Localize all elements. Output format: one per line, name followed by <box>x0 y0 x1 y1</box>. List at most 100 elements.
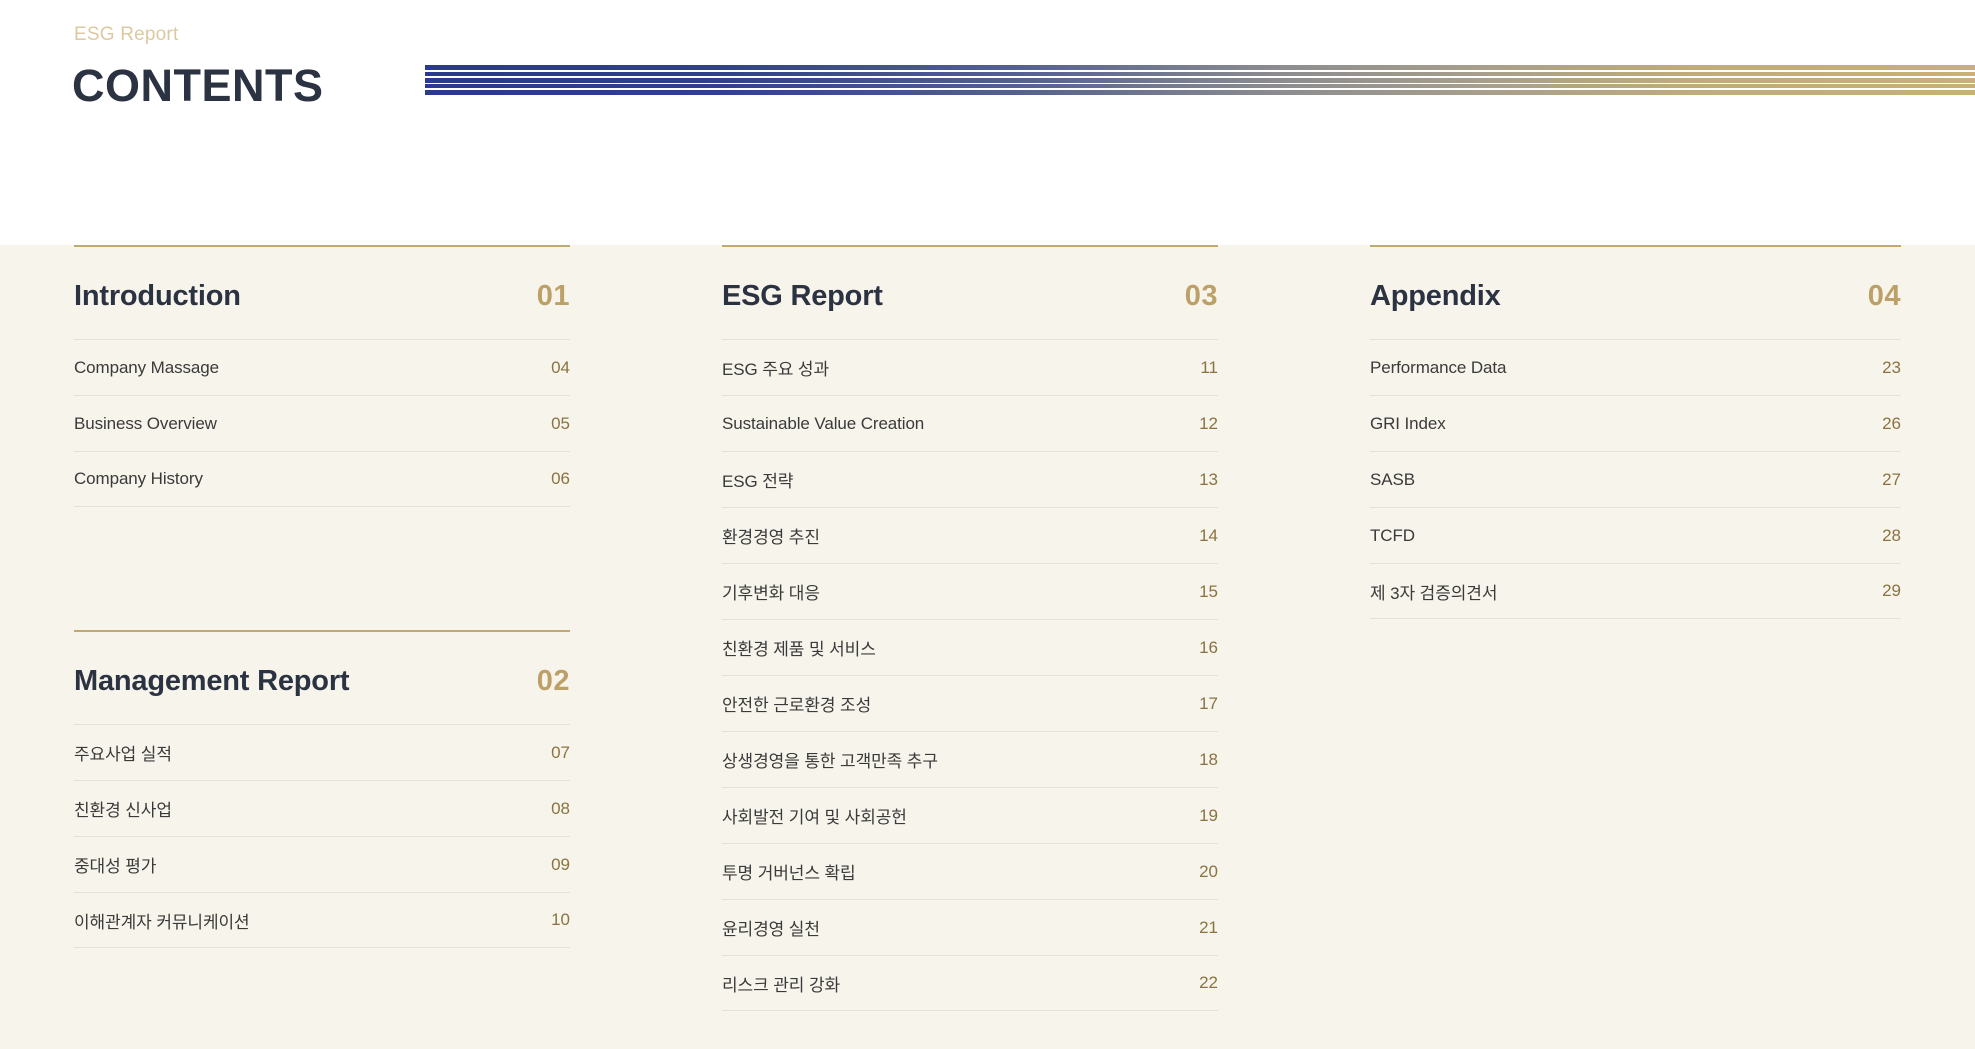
contents-page: ESG Report CONTENTS Introduction 01 Comp… <box>0 0 1975 1049</box>
toc-entry-page: 13 <box>1199 469 1218 489</box>
toc-entry-page: 18 <box>1199 749 1218 769</box>
section-header: Management Report 02 <box>74 632 570 724</box>
toc-row[interactable]: TCFD 28 <box>1370 507 1901 563</box>
toc-entry-label: 이해관계자 커뮤니케이션 <box>74 912 250 932</box>
toc-entry-page: 22 <box>1199 973 1218 992</box>
toc-entry-label: Company History <box>74 469 203 488</box>
toc-entry-label: Company Massage <box>74 357 219 377</box>
report-eyebrow-label: ESG Report <box>74 24 179 45</box>
section-number: 03 <box>1184 280 1218 312</box>
section-introduction: Introduction 01 Company Massage 04 Busin… <box>74 245 570 507</box>
toc-entry-page: 28 <box>1882 525 1901 545</box>
toc-row[interactable]: 환경경영 추진 14 <box>722 507 1218 563</box>
toc-row[interactable]: 친환경 신사업 08 <box>74 780 570 836</box>
toc-row[interactable]: Performance Data 23 <box>1370 339 1901 395</box>
toc-row[interactable]: 중대성 평가 09 <box>74 836 570 892</box>
toc-list-appendix: Performance Data 23 GRI Index 26 SASB 27… <box>1370 339 1901 619</box>
toc-entry-page: 27 <box>1882 469 1901 489</box>
toc-row[interactable]: ESG 주요 성과 11 <box>722 339 1218 395</box>
section-appendix: Appendix 04 Performance Data 23 GRI Inde… <box>1370 245 1901 619</box>
toc-entry-label: 친환경 신사업 <box>74 801 172 820</box>
toc-entry-label: SASB <box>1370 469 1415 489</box>
toc-entry-page: 08 <box>551 798 570 818</box>
toc-entry-label: 투명 거버넌스 확립 <box>722 864 856 883</box>
toc-row[interactable]: 제 3자 검증의견서 29 <box>1370 563 1901 619</box>
toc-row[interactable]: Company History 06 <box>74 451 570 507</box>
toc-entry-label: Sustainable Value Creation <box>722 413 925 433</box>
toc-row[interactable]: Company Massage 04 <box>74 339 570 395</box>
toc-row[interactable]: 친환경 제품 및 서비스 16 <box>722 619 1218 675</box>
section-title: Management Report <box>74 665 350 697</box>
section-header: ESG Report 03 <box>722 247 1218 339</box>
toc-row[interactable]: 기후변화 대응 15 <box>722 563 1218 619</box>
toc-entry-label: 리스크 관리 강화 <box>722 975 841 995</box>
section-title: Appendix <box>1370 280 1501 312</box>
toc-entry-page: 12 <box>1199 413 1218 433</box>
toc-list-management-report: 주요사업 실적 07 친환경 신사업 08 중대성 평가 09 이해관계자 커뮤… <box>74 724 570 948</box>
toc-entry-page: 21 <box>1199 917 1218 937</box>
toc-entry-label: 사회발전 기여 및 사회공헌 <box>722 808 907 827</box>
contents-body: Introduction 01 Company Massage 04 Busin… <box>0 245 1975 1049</box>
toc-entry-label: TCFD <box>1370 525 1415 545</box>
toc-entry-label: Business Overview <box>74 413 217 433</box>
toc-entry-label: Performance Data <box>1370 357 1507 377</box>
section-title: ESG Report <box>722 280 883 312</box>
toc-entry-page: 23 <box>1882 357 1901 377</box>
toc-entry-label: ESG 전략 <box>722 472 794 491</box>
toc-entry-page: 05 <box>551 413 570 433</box>
toc-entry-label: GRI Index <box>1370 413 1446 433</box>
toc-row[interactable]: 주요사업 실적 07 <box>74 724 570 780</box>
toc-row[interactable]: ESG 전략 13 <box>722 451 1218 507</box>
toc-entry-page: 10 <box>551 910 570 929</box>
contents-column-3: Appendix 04 Performance Data 23 GRI Inde… <box>1296 245 1975 1049</box>
toc-entry-page: 06 <box>551 469 570 488</box>
toc-entry-label: 주요사업 실적 <box>74 745 172 764</box>
toc-row[interactable]: 투명 거버넌스 확립 20 <box>722 843 1218 899</box>
toc-entry-page: 17 <box>1199 693 1218 713</box>
toc-list-esg-report: ESG 주요 성과 11 Sustainable Value Creation … <box>722 339 1218 1011</box>
toc-entry-page: 07 <box>551 742 570 762</box>
stripe-bar <box>425 77 1975 83</box>
toc-entry-page: 19 <box>1199 805 1218 825</box>
toc-entry-label: 윤리경영 실천 <box>722 920 820 939</box>
section-number: 01 <box>536 280 570 312</box>
section-management-report: Management Report 02 주요사업 실적 07 친환경 신사업 … <box>74 630 570 948</box>
stripe-bar <box>425 71 1975 76</box>
toc-row[interactable]: 상생경영을 통한 고객만족 추구 18 <box>722 731 1218 787</box>
toc-row[interactable]: GRI Index 26 <box>1370 395 1901 451</box>
toc-entry-page: 09 <box>551 854 570 874</box>
stripe-bar <box>425 84 1975 89</box>
page-title: CONTENTS <box>72 60 324 111</box>
section-title: Introduction <box>74 280 241 312</box>
toc-entry-label: 기후변화 대응 <box>722 584 820 603</box>
toc-entry-page: 16 <box>1199 637 1218 657</box>
toc-entry-page: 11 <box>1200 357 1218 377</box>
striped-gradient-rule <box>425 65 1975 95</box>
toc-row[interactable]: Business Overview 05 <box>74 395 570 451</box>
toc-row[interactable]: Sustainable Value Creation 12 <box>722 395 1218 451</box>
contents-column-1: Introduction 01 Company Massage 04 Busin… <box>0 245 648 1049</box>
toc-entry-label: 상생경영을 통한 고객만족 추구 <box>722 752 938 771</box>
toc-entry-page: 29 <box>1882 581 1901 600</box>
toc-row[interactable]: 리스크 관리 강화 22 <box>722 955 1218 1011</box>
toc-row[interactable]: SASB 27 <box>1370 451 1901 507</box>
page-header: ESG Report CONTENTS <box>0 0 1975 245</box>
toc-entry-label: 환경경영 추진 <box>722 528 820 547</box>
toc-row[interactable]: 안전한 근로환경 조성 17 <box>722 675 1218 731</box>
toc-row[interactable]: 이해관계자 커뮤니케이션 10 <box>74 892 570 948</box>
toc-entry-label: 중대성 평가 <box>74 857 157 876</box>
toc-entry-label: 안전한 근로환경 조성 <box>722 696 872 715</box>
toc-entry-page: 20 <box>1199 861 1218 881</box>
toc-row[interactable]: 사회발전 기여 및 사회공헌 19 <box>722 787 1218 843</box>
toc-entry-label: 제 3자 검증의견서 <box>1370 583 1498 603</box>
stripe-bar <box>425 65 1975 70</box>
contents-column-2: ESG Report 03 ESG 주요 성과 11 Sustainable V… <box>648 245 1296 1049</box>
toc-entry-page: 14 <box>1199 525 1218 545</box>
toc-list-introduction: Company Massage 04 Business Overview 05 … <box>74 339 570 507</box>
column-section-spacer <box>74 507 570 630</box>
stripe-bar <box>425 90 1975 95</box>
toc-entry-page: 15 <box>1199 581 1218 601</box>
toc-entry-page: 04 <box>551 357 570 377</box>
toc-row[interactable]: 윤리경영 실천 21 <box>722 899 1218 955</box>
section-esg-report: ESG Report 03 ESG 주요 성과 11 Sustainable V… <box>722 245 1218 1011</box>
